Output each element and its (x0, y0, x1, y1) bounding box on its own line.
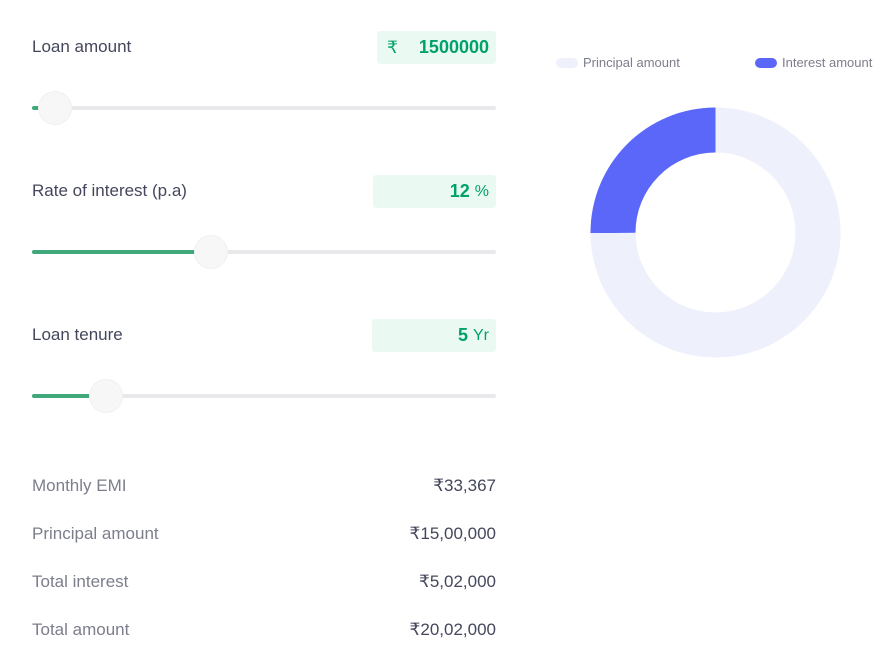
legend-interest: Interest amount (755, 55, 872, 70)
loan-tenure-slider-thumb[interactable] (90, 380, 123, 412)
loan-tenure-label: Loan tenure (32, 325, 123, 344)
percent-unit: % (474, 182, 489, 200)
interest-rate-input[interactable]: 12 % (373, 175, 496, 208)
legend-interest-label: Interest amount (782, 55, 873, 70)
total-interest-label: Total interest (32, 572, 129, 591)
donut-slice-interest (590, 107, 716, 234)
emi-donut-chart (590, 107, 841, 358)
loan-amount-value: 1500000 (418, 37, 489, 57)
interest-rate-slider-fill (32, 250, 211, 254)
interest-rate-label: Rate of interest (p.a) (32, 181, 187, 200)
interest-rate-slider[interactable] (32, 236, 496, 268)
interest-rate-slider-thumb[interactable] (194, 236, 227, 268)
loan-amount-label: Loan amount (32, 37, 132, 56)
emi-calculator: Loan amount ₹ 1500000 Rate of interest (… (0, 0, 882, 661)
principal-amount-label: Principal amount (32, 524, 159, 543)
loan-amount-slider[interactable] (32, 92, 496, 124)
interest-rate-value: 12 (449, 181, 470, 201)
legend-principal-label: Principal amount (583, 55, 680, 70)
legend-interest-swatch (755, 57, 777, 68)
total-interest-value: ₹5,02,000 (419, 572, 496, 591)
total-amount-label: Total amount (32, 620, 130, 639)
loan-tenure-value: 5 (457, 325, 468, 345)
monthly-emi-value: ₹33,367 (433, 476, 496, 495)
legend-principal: Principal amount (556, 55, 680, 70)
loan-tenure-slider[interactable] (32, 380, 496, 412)
total-amount-value: ₹20,02,000 (409, 620, 496, 639)
loan-amount-input[interactable]: ₹ 1500000 (377, 31, 496, 64)
year-unit: Yr (473, 326, 489, 344)
monthly-emi-label: Monthly EMI (32, 476, 127, 495)
legend-principal-swatch (556, 57, 578, 68)
principal-amount-value: ₹15,00,000 (409, 524, 496, 543)
loan-tenure-input[interactable]: 5 Yr (372, 319, 496, 352)
rupee-icon: ₹ (387, 37, 398, 57)
loan-amount-slider-thumb[interactable] (39, 92, 72, 124)
